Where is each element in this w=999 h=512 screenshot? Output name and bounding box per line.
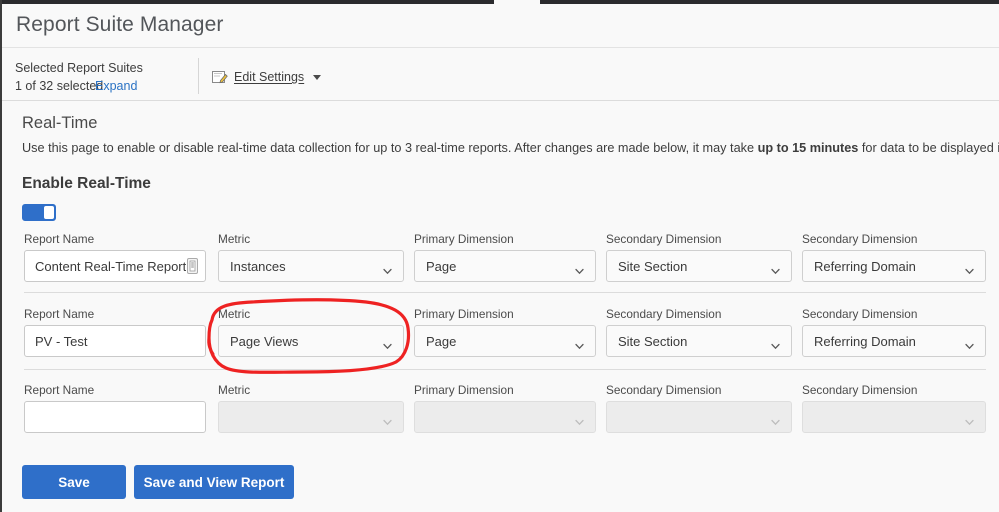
metric-label: Metric	[218, 232, 251, 246]
selected-count-text: 1 of 32 selected	[15, 79, 104, 93]
save-button[interactable]: Save	[22, 465, 126, 499]
edit-pencil-icon	[212, 70, 228, 84]
chevron-down-icon	[575, 263, 584, 275]
metric-value: Page Views	[230, 333, 299, 349]
secondary-dimension-1-label: Secondary Dimension	[606, 232, 722, 246]
chevron-down-icon	[383, 263, 392, 275]
section-description: Use this page to enable or disable real-…	[22, 140, 999, 156]
primary-dimension-value: Page	[426, 258, 457, 274]
report-name-value: Content Real-Time Report	[35, 258, 187, 274]
description-part-1: Use this page to enable or disable real-…	[22, 141, 758, 155]
chevron-down-icon	[771, 414, 780, 426]
secondary-dimension-2-value: Referring Domain	[814, 258, 916, 274]
report-suite-manager-page: Report Suite Manager Selected Report Sui…	[0, 0, 999, 512]
secondary-dimension-1-label: Secondary Dimension	[606, 307, 722, 321]
secondary-dimension-2-select[interactable]: Referring Domain	[802, 250, 986, 282]
primary-dimension-select[interactable]: Page	[414, 250, 596, 282]
report-name-input[interactable]: Content Real-Time Report	[24, 250, 206, 282]
chevron-down-icon	[383, 414, 392, 426]
row-separator	[24, 369, 986, 370]
report-name-label: Report Name	[24, 383, 95, 397]
report-row: Report Name Metric Primary Dimension Sec…	[2, 383, 999, 461]
secondary-dimension-2-field: Secondary Dimension Referring Domain	[802, 307, 986, 357]
primary-dimension-field: Primary Dimension Page	[414, 232, 596, 282]
secondary-dimension-1-select	[606, 401, 792, 433]
primary-dimension-label: Primary Dimension	[414, 232, 514, 246]
primary-dimension-label: Primary Dimension	[414, 383, 514, 397]
chevron-down-icon	[965, 338, 974, 350]
primary-dimension-value: Page	[426, 333, 457, 349]
metric-value: Instances	[230, 258, 286, 274]
primary-dimension-select[interactable]: Page	[414, 325, 596, 357]
selected-report-suites-label: Selected Report Suites	[15, 61, 143, 75]
primary-dimension-label: Primary Dimension	[414, 307, 514, 321]
chevron-down-icon	[771, 338, 780, 350]
enable-real-time-heading: Enable Real-Time	[22, 175, 151, 192]
secondary-dimension-1-field: Secondary Dimension Site Section	[606, 232, 792, 282]
metric-label: Metric	[218, 307, 251, 321]
description-bold: up to 15 minutes	[757, 141, 859, 155]
secondary-dimension-1-select[interactable]: Site Section	[606, 325, 792, 357]
caret-down-icon	[313, 74, 322, 80]
metric-select[interactable]: Instances	[218, 250, 404, 282]
chevron-down-icon	[575, 338, 584, 350]
primary-dimension-select	[414, 401, 596, 433]
page-title: Report Suite Manager	[16, 13, 224, 36]
description-part-2: for data to be displayed in the real-tim…	[861, 141, 999, 155]
metric-field: Metric Instances	[218, 232, 404, 282]
chevron-down-icon	[383, 338, 392, 350]
secondary-dimension-2-value: Referring Domain	[814, 333, 916, 349]
real-time-panel: Real-Time Use this page to enable or dis…	[2, 102, 999, 512]
secondary-dimension-2-field: Secondary Dimension	[802, 383, 986, 433]
title-bar: Report Suite Manager	[2, 4, 999, 48]
primary-dimension-field: Primary Dimension Page	[414, 307, 596, 357]
report-name-label: Report Name	[24, 232, 95, 246]
report-name-field: Report Name PV - Test	[24, 307, 206, 357]
report-name-field: Report Name	[24, 383, 206, 433]
report-name-label: Report Name	[24, 307, 95, 321]
secondary-dimension-2-select[interactable]: Referring Domain	[802, 325, 986, 357]
metric-select	[218, 401, 404, 433]
expand-link[interactable]: Expand	[95, 79, 137, 93]
secondary-dimension-1-select[interactable]: Site Section	[606, 250, 792, 282]
enable-real-time-toggle[interactable]	[22, 204, 56, 221]
metric-label: Metric	[218, 383, 251, 397]
report-row: Report Name Content Real-Time Report Met…	[2, 232, 999, 310]
secondary-dimension-2-field: Secondary Dimension Referring Domain	[802, 232, 986, 282]
chevron-down-icon	[965, 263, 974, 275]
metric-select[interactable]: Page Views	[218, 325, 404, 357]
edit-settings-label: Edit Settings	[234, 70, 305, 84]
report-name-input[interactable]	[24, 401, 206, 433]
report-name-value: PV - Test	[35, 333, 88, 349]
report-name-field: Report Name Content Real-Time Report	[24, 232, 206, 282]
selected-report-suites-bar: Selected Report Suites 1 of 32 selected …	[2, 49, 999, 101]
metric-field: Metric	[218, 383, 404, 433]
secondary-dimension-2-label: Secondary Dimension	[802, 232, 918, 246]
row-separator	[24, 292, 986, 293]
secondary-dimension-1-value: Site Section	[618, 258, 688, 274]
toggle-knob	[44, 206, 54, 219]
chevron-down-icon	[575, 414, 584, 426]
secondary-dimension-2-label: Secondary Dimension	[802, 383, 918, 397]
secondary-dimension-1-field: Secondary Dimension Site Section	[606, 307, 792, 357]
edit-settings-button[interactable]: Edit Settings	[212, 70, 322, 84]
secondary-dimension-1-label: Secondary Dimension	[606, 383, 722, 397]
secondary-dimension-1-field: Secondary Dimension	[606, 383, 792, 433]
vertical-divider	[198, 58, 199, 94]
report-row: Report Name PV - Test Metric Page Views …	[2, 307, 999, 385]
save-and-view-report-button[interactable]: Save and View Report	[134, 465, 294, 499]
chevron-down-icon	[771, 263, 780, 275]
text-stepper-icon[interactable]	[187, 258, 198, 274]
secondary-dimension-1-value: Site Section	[618, 333, 688, 349]
secondary-dimension-2-label: Secondary Dimension	[802, 307, 918, 321]
secondary-dimension-2-select	[802, 401, 986, 433]
primary-dimension-field: Primary Dimension	[414, 383, 596, 433]
section-title: Real-Time	[22, 114, 98, 132]
metric-field: Metric Page Views	[218, 307, 404, 357]
report-name-input[interactable]: PV - Test	[24, 325, 206, 357]
chevron-down-icon	[965, 414, 974, 426]
